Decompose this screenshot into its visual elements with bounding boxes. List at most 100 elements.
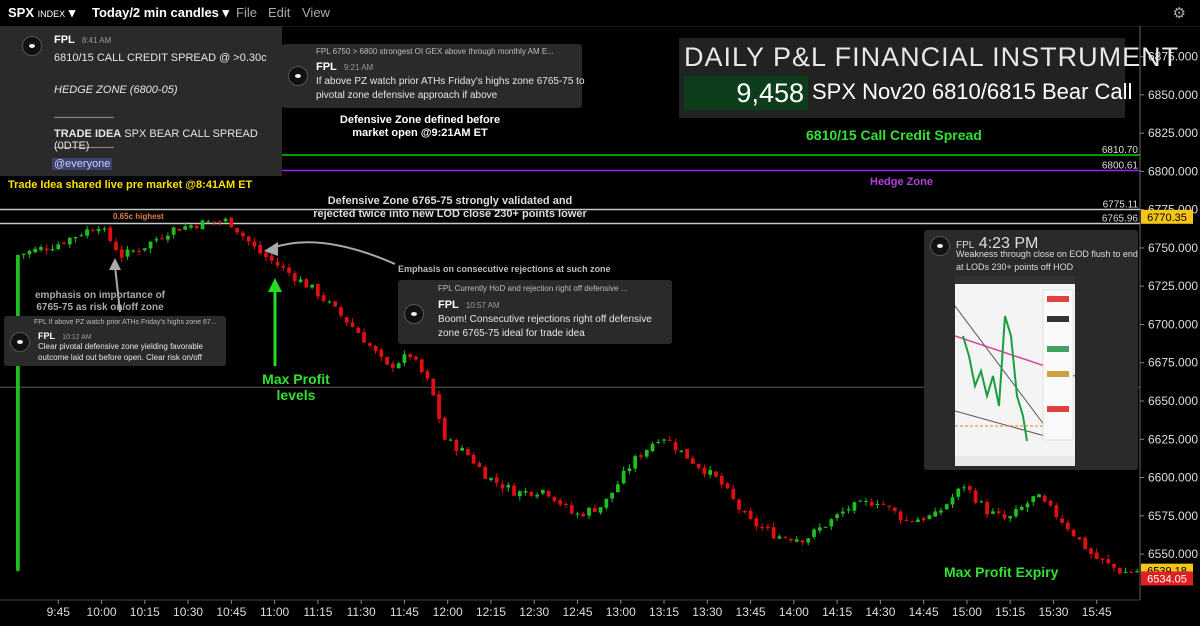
menu-view[interactable]: View bbox=[302, 5, 330, 20]
level-label: 6765.96 bbox=[1102, 214, 1139, 225]
candle-body bbox=[1077, 537, 1082, 540]
candle-body bbox=[442, 417, 447, 440]
timeframe-selector[interactable]: Today/2 min candles ▾ bbox=[92, 5, 229, 21]
candle-body bbox=[523, 491, 528, 493]
candle-body bbox=[783, 537, 788, 539]
candle-body bbox=[350, 322, 355, 328]
candle-body bbox=[194, 225, 199, 229]
x-tick-label: 15:45 bbox=[1082, 605, 1112, 619]
trade-idea-bold: TRADE IDEA bbox=[54, 128, 122, 140]
candle-body bbox=[950, 497, 955, 505]
candle-body bbox=[817, 527, 822, 531]
candle-body bbox=[264, 252, 268, 257]
everyone-mention[interactable]: @everyone bbox=[52, 158, 113, 170]
candle-body bbox=[298, 279, 303, 283]
candle-body bbox=[679, 450, 684, 452]
candle-body bbox=[252, 241, 257, 247]
message-author: FPL bbox=[54, 34, 75, 46]
candle-body bbox=[356, 327, 361, 334]
pl-description: SPX Nov20 6810/6815 Bear Call bbox=[812, 79, 1133, 104]
x-tick-label: 11:00 bbox=[260, 605, 289, 619]
y-tick-label: 6600.000 bbox=[1148, 471, 1198, 485]
candle-body bbox=[379, 349, 384, 357]
message-author: FPL bbox=[316, 61, 337, 73]
highest-label: 0.65c highest bbox=[113, 212, 164, 221]
candle-body bbox=[552, 496, 557, 502]
candle-body bbox=[339, 307, 343, 316]
message-separator: —————— bbox=[54, 112, 114, 123]
candle-body bbox=[316, 284, 320, 297]
candle-body bbox=[1066, 522, 1070, 530]
x-tick-label: 11:30 bbox=[347, 605, 376, 619]
candle-body bbox=[627, 468, 632, 472]
candle-body bbox=[119, 249, 124, 258]
symbol-selector[interactable]: SPX INDEX ▾ bbox=[8, 5, 75, 21]
candle-body bbox=[962, 487, 966, 489]
candle-body bbox=[650, 444, 655, 452]
x-tick-label: 9:45 bbox=[47, 605, 71, 619]
candle-body bbox=[639, 455, 643, 458]
candle-body bbox=[85, 229, 89, 236]
candle-body bbox=[996, 511, 1001, 514]
attached-chart-image[interactable] bbox=[954, 276, 1076, 466]
candle-body bbox=[1019, 507, 1024, 510]
candle-body bbox=[385, 357, 389, 365]
candle-body bbox=[483, 466, 488, 479]
candle-body bbox=[633, 456, 638, 469]
emphasis-line-2: 6765-75 as risk on/off zone bbox=[36, 302, 164, 313]
candle-body bbox=[667, 439, 672, 441]
time-axis: 9:45 10:00 10:15 10:30 10:45 11:00 11:15 11:30 1… bbox=[47, 600, 1112, 619]
candle-body bbox=[887, 505, 891, 507]
candle-body bbox=[154, 239, 159, 241]
candle-body bbox=[916, 519, 920, 523]
candle-body bbox=[517, 491, 522, 497]
y-tick-label: 6725.000 bbox=[1148, 279, 1198, 293]
candle-body bbox=[148, 241, 153, 249]
candle-body bbox=[39, 247, 43, 250]
message-line: zone 6765-75 ideal for trade idea bbox=[438, 328, 585, 339]
candle-body bbox=[794, 539, 799, 542]
candle-body bbox=[1025, 503, 1030, 508]
candle-body bbox=[391, 363, 395, 368]
chevron-down-icon: ▾ bbox=[222, 5, 230, 20]
menu-edit[interactable]: Edit bbox=[268, 5, 290, 20]
candle-body bbox=[621, 470, 626, 484]
candle-body bbox=[558, 500, 563, 505]
candle-body bbox=[731, 488, 736, 499]
x-tick-label: 12:45 bbox=[562, 605, 592, 619]
candle-body bbox=[131, 250, 136, 252]
candle-body bbox=[742, 511, 747, 513]
attached-chart-thumbnail bbox=[954, 276, 1076, 466]
candle-body bbox=[425, 371, 430, 379]
message-line: If above PZ watch prior ATHs Friday's hi… bbox=[316, 76, 585, 87]
candle-body bbox=[725, 483, 730, 489]
candle-body bbox=[535, 494, 539, 497]
candle-body bbox=[114, 241, 118, 251]
candle-body bbox=[1060, 518, 1064, 523]
y-tick-label: 6750.000 bbox=[1148, 241, 1198, 255]
candle-body bbox=[719, 475, 724, 485]
candle-body bbox=[160, 238, 164, 240]
candle-body bbox=[1031, 496, 1036, 503]
candle-body bbox=[673, 442, 678, 451]
candle-body bbox=[466, 448, 470, 455]
max-profit-line-2: levels bbox=[276, 387, 316, 403]
candle-body bbox=[494, 477, 499, 483]
candle-body bbox=[1094, 552, 1099, 559]
candle-body bbox=[881, 503, 886, 505]
candle-body bbox=[846, 509, 851, 511]
y-tick-label: 6825.000 bbox=[1148, 126, 1198, 140]
candle-body bbox=[852, 502, 857, 511]
gear-icon[interactable]: ⚙ bbox=[1173, 4, 1186, 22]
level-label: 6800.61 bbox=[1102, 160, 1139, 171]
candle-body bbox=[610, 492, 614, 499]
candle-body bbox=[56, 244, 61, 249]
candle-body bbox=[229, 217, 234, 228]
candle-body bbox=[67, 237, 72, 245]
x-tick-label: 11:45 bbox=[390, 605, 419, 619]
candle-body bbox=[489, 477, 493, 481]
candle-body bbox=[777, 536, 782, 539]
candle-body bbox=[292, 273, 297, 281]
menu-file[interactable]: File bbox=[236, 5, 257, 20]
x-tick-label: 10:15 bbox=[130, 605, 160, 619]
